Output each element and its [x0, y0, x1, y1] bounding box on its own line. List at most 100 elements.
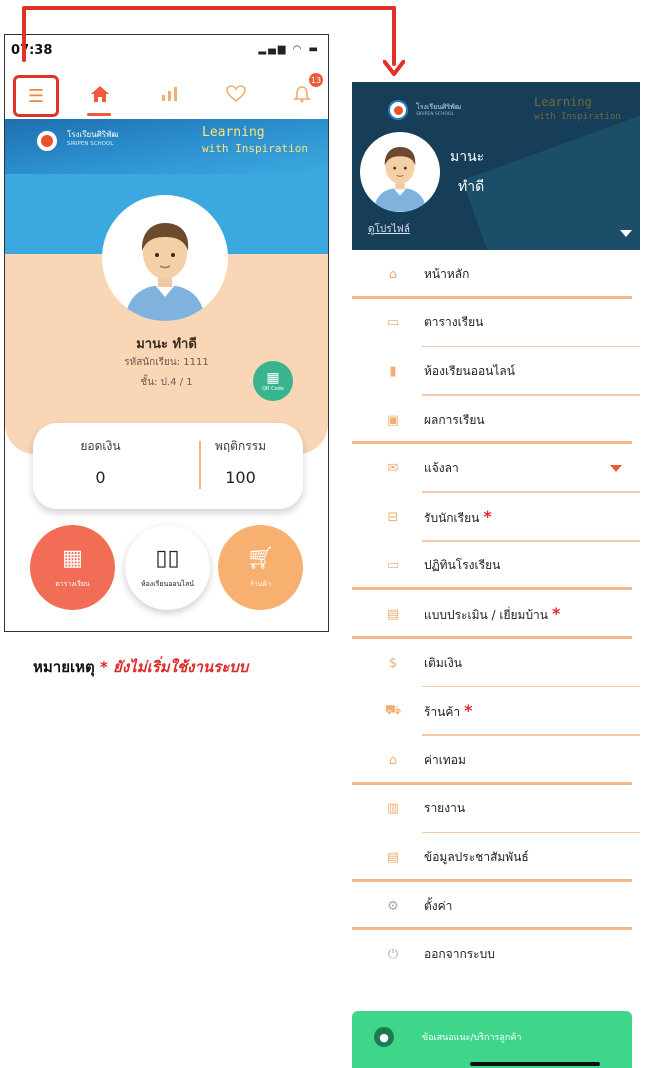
schedule-shortcut[interactable]: ▦ ตารางเรียน: [30, 525, 115, 610]
gear-icon: ⚙: [387, 898, 399, 914]
menu-item-grades[interactable]: ▣ ผลการเรียน: [352, 396, 640, 445]
menu-item-shop[interactable]: ⛟ ร้านค้า *: [352, 687, 640, 736]
balance-label: ยอดเงิน: [80, 439, 121, 453]
menu-item-schedule[interactable]: ▭ ตารางเรียน: [352, 299, 640, 348]
drawer-avatar[interactable]: [360, 132, 440, 212]
status-time: 07:38: [11, 43, 53, 58]
calendar-icon: ▦: [62, 545, 83, 571]
balance-value: 0: [95, 468, 106, 487]
notification-badge: 13: [309, 73, 323, 87]
drawer-header: โรงเรียนศิริพัฒ SIRIPEN SCHOOL Learning …: [352, 82, 640, 250]
qr-code-icon: ▦: [266, 370, 280, 386]
cart-icon: ⛟: [384, 703, 402, 719]
student-avatar-image: [125, 223, 205, 321]
envelope-icon: ✉: [387, 461, 399, 477]
feedback-button[interactable]: ● ข้อเสนอแนะ/บริการลูกค้า: [352, 1011, 632, 1068]
balance-stat[interactable]: ยอดเงิน 0: [33, 437, 168, 487]
school-logo: [35, 129, 59, 153]
note-warning: * ยังไม่เริ่มใช้งานระบบ: [99, 658, 249, 676]
menu-item-online-class[interactable]: ▮ ห้องเรียนออนไลน์: [352, 347, 640, 396]
home-tab[interactable]: [85, 79, 115, 109]
menu-item-tuition[interactable]: ⌂ ค่าเทอม: [352, 736, 640, 785]
heart-icon: [226, 85, 246, 103]
book-icon: ▮: [389, 363, 397, 379]
menu-item-school-calendar[interactable]: ▭ ปฏิทินโรงเรียน: [352, 542, 640, 591]
header-caret-icon[interactable]: [620, 230, 632, 237]
menu-item-assessment[interactable]: ▤ แบบประเมิน / เยี่ยมบ้าน *: [352, 590, 640, 639]
side-drawer: โรงเรียนศิริพัฒ SIRIPEN SCHOOL Learning …: [352, 82, 640, 1068]
menu-item-label: ออกจากระบบ: [424, 947, 495, 962]
hamburger-icon: ☰: [27, 85, 45, 107]
favorite-tab[interactable]: [221, 79, 251, 109]
drawer-menu: ⌂ หน้าหลัก ▭ ตารางเรียน ▮ ห้องเรียนออนไล…: [352, 250, 640, 979]
menu-item-label-wrap: ร้านค้า *: [424, 701, 473, 722]
student-name: มานะ ทำดี: [136, 337, 197, 352]
menu-item-label: ตารางเรียน: [424, 315, 484, 330]
drawer-first-name: มานะ: [450, 149, 485, 165]
calendar-icon: ▭: [386, 315, 400, 331]
support-agent-icon: ●: [374, 1027, 394, 1047]
menu-item-label: ผลการเรียน: [424, 412, 485, 427]
report-icon: ▥: [386, 801, 400, 817]
active-tab-indicator: [87, 113, 111, 116]
menu-item-label: ห้องเรียนออนไลน์: [424, 363, 515, 378]
graduation-cap-icon: ⌂: [388, 752, 398, 768]
shop-shortcut[interactable]: 🛒︎ ร้านค้า: [218, 525, 303, 610]
menu-item-settings[interactable]: ⚙ ตั้งค่า: [352, 882, 640, 931]
menu-item-label: หน้าหลัก: [424, 266, 470, 281]
view-profile-link[interactable]: ดูโปรไฟล์: [368, 222, 410, 237]
power-icon: ⏻: [387, 947, 399, 963]
behavior-value: 100: [225, 468, 256, 487]
report-tab[interactable]: [155, 79, 185, 109]
home-icon: [91, 86, 109, 102]
bus-icon: ⊟: [387, 509, 399, 525]
news-icon: ▤: [386, 849, 400, 865]
not-active-star: *: [464, 701, 473, 721]
menu-item-label: ปฏิทินโรงเรียน: [424, 558, 501, 573]
dollar-icon: $: [388, 655, 398, 671]
note-prefix: หมายเหตุ: [33, 658, 95, 676]
arrow-head: [383, 60, 405, 76]
menu-item-label: ตั้งค่า: [424, 898, 453, 913]
note: หมายเหตุ * ยังไม่เริ่มใช้งานระบบ: [33, 655, 248, 679]
schedule-shortcut-label: ตารางเรียน: [55, 579, 90, 588]
menu-item-home[interactable]: ⌂ หน้าหลัก: [352, 250, 640, 299]
menu-item-label: รายงาน: [424, 801, 466, 816]
menu-button[interactable]: ☰: [13, 75, 59, 117]
notification-tab[interactable]: 13: [287, 73, 323, 109]
drawer-avatar-image: [373, 146, 427, 212]
status-icons: ▂▄▆ ◠ ▬: [258, 44, 320, 55]
bell-icon: [293, 86, 311, 103]
status-bar: 07:38 ▂▄▆ ◠ ▬: [5, 35, 328, 65]
menu-item-news[interactable]: ▤ ข้อมูลประชาสัมพันธ์: [352, 833, 640, 882]
menu-item-label: แจ้งลา: [424, 461, 459, 476]
qr-code-button[interactable]: ▦ QR Code: [253, 361, 293, 401]
online-class-shortcut[interactable]: ▯▯ ห้องเรียนออนไลน์: [125, 525, 210, 610]
school-name-en: SIRIPEN SCHOOL: [67, 141, 114, 147]
student-avatar[interactable]: [102, 195, 228, 321]
menu-item-student-pickup[interactable]: ⊟ รับนักเรียน *: [352, 493, 640, 542]
menu-item-label: เติมเงิน: [424, 655, 462, 670]
drawer-last-name: ทำดี: [458, 179, 485, 195]
bar-chart-icon: [162, 87, 177, 101]
tagline-line2: with Inspiration: [202, 142, 308, 155]
arrow-stem-left: [22, 8, 26, 62]
menu-item-topup[interactable]: $ เติมเงิน: [352, 639, 640, 688]
chevron-down-icon[interactable]: [610, 465, 622, 473]
school-logo: [388, 100, 408, 120]
home-indicator: [470, 1062, 600, 1066]
home-icon: ⌂: [388, 266, 398, 282]
top-navigation: ☰ 13: [5, 67, 328, 117]
drawer-school-name-en: SIRIPEN SCHOOL: [416, 112, 454, 117]
menu-item-label: รับนักเรียน: [424, 510, 480, 525]
menu-item-report[interactable]: ▥ รายงาน: [352, 785, 640, 834]
qr-code-label: QR Code: [262, 386, 284, 392]
menu-item-logout[interactable]: ⏻ ออกจากระบบ: [352, 930, 640, 979]
menu-item-leave[interactable]: ✉ แจ้งลา: [352, 444, 640, 493]
not-active-star: *: [483, 506, 492, 526]
menu-item-label: ร้านค้า: [424, 705, 461, 720]
behavior-stat[interactable]: พฤติกรรม 100: [173, 437, 308, 487]
menu-item-label: ข้อมูลประชาสัมพันธ์: [424, 849, 529, 864]
cart-icon: 🛒︎: [246, 545, 275, 571]
menu-item-label-wrap: แบบประเมิน / เยี่ยมบ้าน *: [424, 604, 560, 625]
